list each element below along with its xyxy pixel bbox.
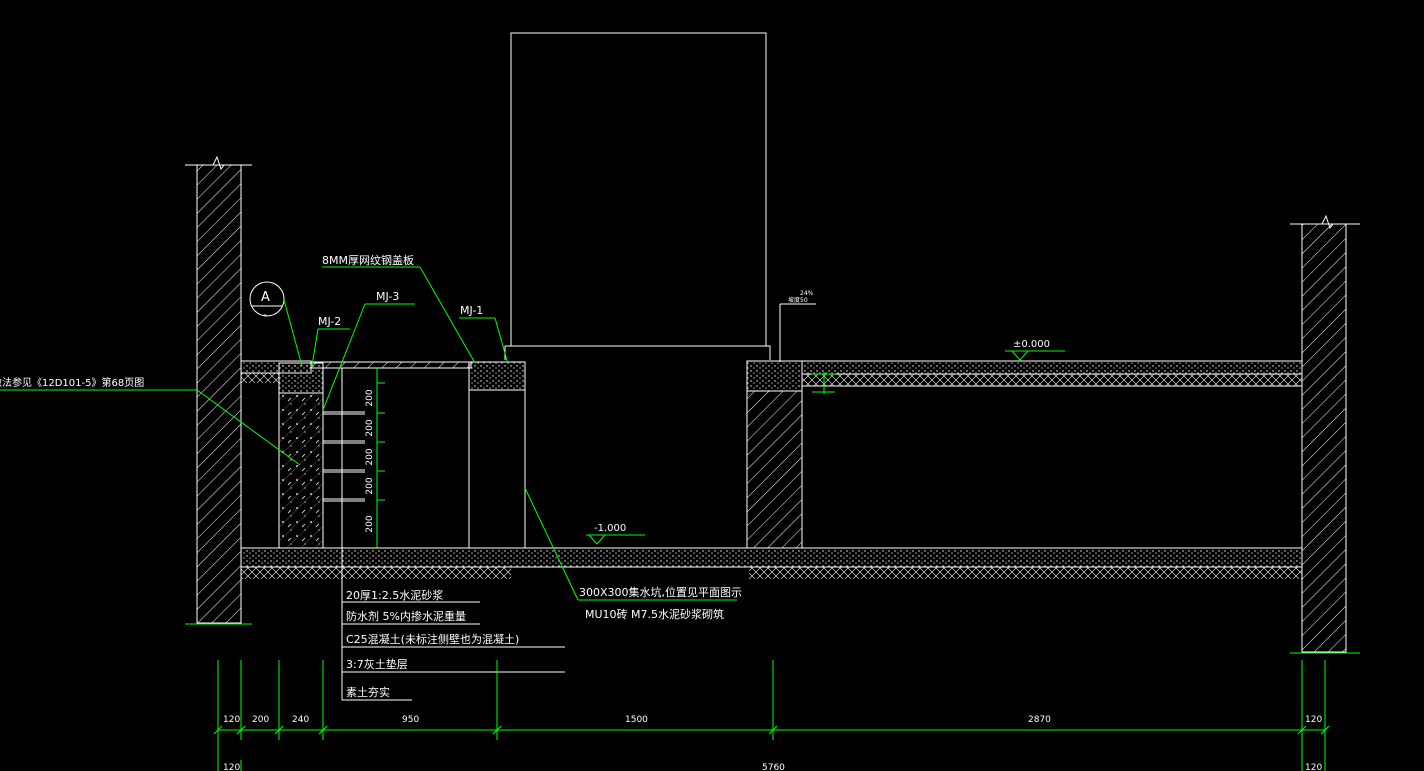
dimension-lines [213, 660, 1330, 771]
detail-mark-letter: A [261, 290, 270, 305]
small-note-top: 24% [800, 290, 814, 297]
small-note-bottom: 坡度50 [788, 296, 808, 304]
detail-mark-sub: - [263, 308, 267, 321]
dim-200-5: 200 [365, 515, 375, 532]
layer-3: C25混凝土(未标注侧壁也为混凝土) [346, 632, 519, 646]
dim-2: 240 [292, 715, 309, 725]
dim-200-2: 200 [365, 419, 375, 436]
elevation-minus-one: -1.000 [586, 523, 645, 545]
trench-vertical-dims: 200 200 200 200 200 [365, 382, 385, 533]
pit-note-2: MU10砖 M7.5水泥砂浆砌筑 [585, 607, 724, 621]
dim-total-right: 120 [1305, 763, 1322, 771]
reference-note: 做法参见《12D101-5》第68页图 [0, 376, 144, 389]
mj2-label: MJ-2 [318, 315, 341, 328]
dim-200-1: 200 [365, 389, 375, 406]
elev-minus-label: -1.000 [594, 523, 626, 534]
dim-200-4: 200 [365, 477, 375, 494]
dim-3: 950 [402, 715, 419, 725]
dim-1: 200 [252, 715, 269, 725]
dim-0: 120 [223, 715, 240, 725]
steel-plate-label: 8MM厚网纹钢盖板 [322, 253, 414, 267]
cad-section-drawing: 200 200 200 200 200 ±0.000 -1.000 24% 坡度… [0, 32, 1360, 771]
floor-slab-right [801, 360, 1303, 387]
layer-5: 素土夯实 [346, 685, 390, 699]
layer-2: 防水剂 5%内掺水泥重量 [346, 609, 466, 623]
steel-cover-plate [310, 361, 472, 369]
dim-total-left: 120 [223, 763, 240, 771]
trench-left-wall [278, 362, 324, 549]
pit-note-1: 300X300集水坑,位置见平面图示 [579, 585, 742, 599]
equipment-box [510, 32, 767, 347]
layer-1: 20厚1:2.5水泥砂浆 [346, 588, 443, 602]
brackets [323, 411, 365, 502]
dim-200-3: 200 [365, 448, 375, 465]
pit-right-wall [746, 360, 803, 549]
bottom-slab [240, 547, 1303, 579]
dim-total: 5760 [762, 763, 785, 771]
dim-6: 120 [1305, 715, 1322, 725]
dim-4: 1500 [625, 715, 648, 725]
right-wall [1290, 214, 1360, 654]
mj3-label: MJ-3 [376, 290, 399, 303]
elevation-zero: ±0.000 [1005, 339, 1065, 361]
mj1-label: MJ-1 [460, 304, 483, 317]
trench-right-wall [468, 361, 526, 549]
elev-zero-label: ±0.000 [1013, 339, 1050, 350]
layer-4: 3:7灰土垫层 [346, 657, 408, 671]
dim-5: 2870 [1028, 715, 1051, 725]
